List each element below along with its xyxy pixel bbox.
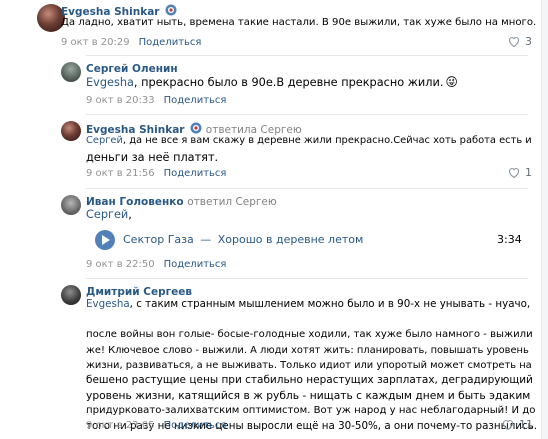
comment-text-line: деньги за неё платят. <box>86 150 219 164</box>
comment-date[interactable]: 9 окт в 22:50 <box>86 259 155 270</box>
share-link[interactable]: Поделиться <box>164 168 227 179</box>
audio-attachment[interactable]: Сектор Газа — Хорошо в деревне летом 3:3… <box>86 228 526 252</box>
comment-date[interactable]: 9 окт в 23:05 <box>86 420 155 431</box>
avatar[interactable] <box>61 285 81 305</box>
like-count: 1 <box>525 166 532 179</box>
comment-date[interactable]: 9 окт в 20:29 <box>61 37 130 48</box>
comment-text: Evgesha, прекрасно было в 90е.В деревне … <box>86 74 458 92</box>
share-link[interactable]: Поделиться <box>164 420 227 431</box>
like-count: 3 <box>525 35 532 48</box>
heart-icon <box>508 35 525 48</box>
comment-meta: 9 окт в 20:29 Поделиться <box>61 37 201 49</box>
play-button[interactable] <box>95 230 115 250</box>
heart-icon <box>502 418 519 431</box>
divider <box>86 278 528 279</box>
comment-text-line: уровень жизни, катящийся в ж рубль - нищ… <box>86 389 531 403</box>
comment-text-line: же! Ключевое слово - выжили. А люди хотя… <box>86 344 529 356</box>
avatar[interactable] <box>61 62 81 82</box>
comment-text-line: , да не все я вам скажу в деревне жили п… <box>122 135 532 146</box>
comment-text: Сергей, <box>86 207 132 224</box>
comment-text-line: после войны вон голые- босые-голодные хо… <box>86 329 533 341</box>
avatar[interactable] <box>61 195 81 215</box>
heart-icon <box>508 166 525 179</box>
comment-text-line: придурковато-залихватским оптимистом. Во… <box>86 405 536 417</box>
reply-to-label[interactable]: ответил Сергею <box>187 196 276 208</box>
audio-dash: — <box>200 233 212 246</box>
mention-link[interactable]: Сергей <box>86 135 123 146</box>
mention-suffix: , <box>128 208 132 221</box>
share-link[interactable]: Поделиться <box>164 259 227 270</box>
mention-link[interactable]: Evgesha <box>86 76 134 89</box>
comment-text: Да ладно, хватит ныть, времена такие нас… <box>61 17 537 28</box>
audio-title: Хорошо в деревне летом <box>217 233 364 246</box>
winking-tongue-emoji-icon: 😜 <box>445 75 458 89</box>
comment-date[interactable]: 9 окт в 21:56 <box>86 168 155 179</box>
audio-duration: 3:34 <box>497 233 522 246</box>
share-link[interactable]: Поделиться <box>139 37 202 48</box>
avatar[interactable] <box>61 121 81 141</box>
comment-meta: 9 окт в 22:50 Поделиться <box>86 259 226 271</box>
comment-text: Evgesha, с таким странным мышлением можн… <box>86 297 530 312</box>
play-icon <box>102 235 110 245</box>
mention-link[interactable]: Evgesha <box>86 298 130 310</box>
comment-text-line: жизни, развиваться, а не выживать. Тольк… <box>86 359 532 371</box>
comment-text: Сергей, да не все я вам скажу в деревне … <box>86 133 532 150</box>
comment-meta: 9 окт в 20:33 Поделиться <box>86 95 226 107</box>
like-count: 11 <box>519 418 533 431</box>
share-link[interactable]: Поделиться <box>164 95 227 106</box>
divider <box>86 55 528 56</box>
divider <box>86 188 528 189</box>
comment-text-line: , с таким странным мышлением можно было … <box>129 298 531 310</box>
like-button[interactable]: 11 <box>502 418 533 432</box>
comment-meta: 9 окт в 23:05 Поделиться <box>86 420 226 432</box>
divider <box>86 114 528 115</box>
comment-meta: 9 окт в 21:56 Поделиться <box>86 168 226 180</box>
audio-artist[interactable]: Сектор Газа <box>123 233 194 246</box>
like-button[interactable]: 1 <box>508 166 532 180</box>
comment-text-line: бешено растущие цены при стабильно нерас… <box>86 374 533 386</box>
right-scroll-edge <box>541 0 548 439</box>
comment-date[interactable]: 9 окт в 20:33 <box>86 95 155 106</box>
mention-link[interactable]: Сергей <box>86 208 128 221</box>
like-button[interactable]: 3 <box>508 35 532 49</box>
comment-text-body: , прекрасно было в 90е.В деревне прекрас… <box>133 76 444 89</box>
